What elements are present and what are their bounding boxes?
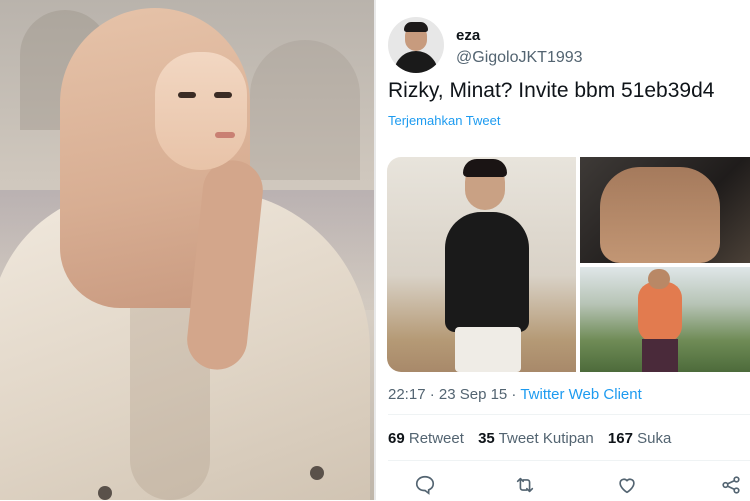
tweet-meta: 22:17 · 23 Sep 15 · Twitter Web Client [388,386,642,403]
tweet-client[interactable]: Twitter Web Client [520,386,641,403]
translate-tweet-link[interactable]: Terjemahkan Tweet [388,113,501,128]
share-icon[interactable] [720,474,746,500]
reply-icon[interactable] [414,474,440,500]
user-handle[interactable]: @GigoloJKT1993 [456,49,583,67]
separator [388,460,750,461]
tweet-card: eza @GigoloJKT1993 Rizky, Minat? Invite … [376,0,750,500]
avatar[interactable] [388,17,444,73]
retweet-icon[interactable] [514,474,540,500]
media-photo-2[interactable] [580,157,750,263]
quote-stat[interactable]: 35 Tweet Kutipan [478,430,594,447]
retweet-stat[interactable]: 69 Retweet [388,430,464,447]
like-icon[interactable] [616,474,642,500]
woman-hijab-photo [0,0,374,500]
separator [388,414,750,415]
media-photo-1[interactable] [387,157,576,372]
tweet-timestamp[interactable]: 22:17 · 23 Sep 15 · [388,386,520,403]
tweet-text: Rizky, Minat? Invite bbm 51eb39d4 [388,79,715,102]
like-stat[interactable]: 167 Suka [608,430,671,447]
media-photo-3[interactable] [580,267,750,372]
collage: eza @GigoloJKT1993 Rizky, Minat? Invite … [0,0,750,500]
display-name[interactable]: eza [456,27,480,44]
tweet-stats: 69 Retweet 35 Tweet Kutipan 167 Suka [388,430,681,447]
tweet-media-grid [387,157,750,372]
tweet-actions [376,474,750,500]
